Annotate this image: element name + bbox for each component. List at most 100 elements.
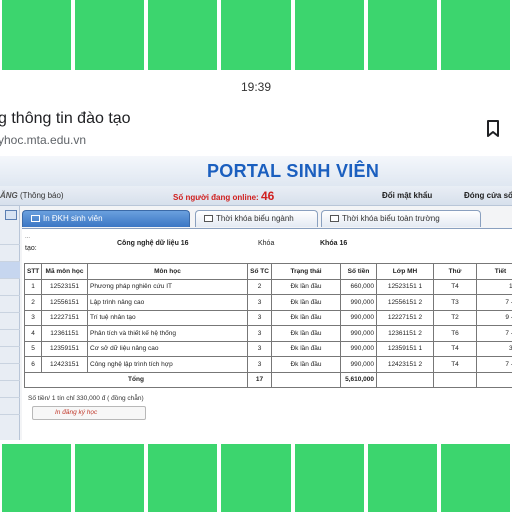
cell-stt: 6 — [24, 356, 42, 373]
cell-period: 9 - 12 — [476, 309, 512, 326]
sidebar-item[interactable] — [0, 296, 20, 313]
sidebar-item[interactable] — [0, 228, 20, 245]
table-row: 2 12556151 Lập trình nâng cao 3 Đk lần đ… — [24, 294, 512, 311]
cell-amount: 660,000 — [340, 278, 377, 295]
info-bar: ĂNG (Thông báo) Số người đang online: 46… — [0, 186, 512, 206]
bookmark-icon[interactable] — [486, 120, 500, 138]
green-tile — [294, 0, 364, 70]
green-tile — [221, 444, 291, 512]
sidebar-item[interactable] — [0, 279, 20, 296]
green-tile — [440, 0, 510, 70]
change-password-link[interactable]: Đổi mật khẩu — [382, 191, 432, 200]
cell-course: Phân tích và thiết kế hệ thống — [87, 325, 248, 342]
table-row: 6 12423151 Công nghệ lập trình tích hợp … — [24, 356, 512, 373]
cell-code: 12359151 — [41, 340, 88, 357]
cell-status: Đk lần đầu — [271, 340, 341, 357]
online-counter: Số người đang online: 46 — [173, 189, 274, 203]
header-amount: Số tiền — [340, 263, 377, 280]
cell-day: T2 — [433, 309, 477, 326]
green-tile — [367, 444, 437, 512]
menu-toggle-icon[interactable] — [5, 210, 17, 220]
tab-print-registration[interactable]: In ĐKH sinh viên — [22, 210, 190, 227]
green-tile — [221, 0, 291, 70]
print-registration-button[interactable]: In đăng ký học — [32, 406, 146, 420]
browser-header[interactable]: g thông tin đào tạo yhoc.mta.edu.vn — [0, 108, 512, 153]
cell-class: 12523151 1 — [376, 278, 434, 295]
sidebar-item[interactable] — [0, 347, 20, 364]
portal-title: PORTAL SINH VIÊN — [207, 161, 380, 181]
cell-class: 12359151 1 — [376, 340, 434, 357]
table-total-row: Tổng 17 5,610,000 — [24, 371, 512, 388]
cell-credits: 3 — [247, 309, 272, 326]
total-empty — [376, 371, 434, 388]
cell-period: 7 - 18 — [476, 356, 512, 373]
cell-status: Đk lần đầu — [271, 278, 341, 295]
cell-amount: 990,000 — [340, 325, 377, 342]
sidebar-item[interactable] — [0, 364, 20, 381]
sidebar — [0, 206, 20, 440]
tab-label: Thời khóa biểu toàn trường — [342, 214, 440, 223]
cell-course: Lập trình nâng cao — [87, 294, 248, 311]
page-url[interactable]: yhoc.mta.edu.vn — [0, 133, 86, 147]
cell-code: 12227151 — [41, 309, 88, 326]
cell-status: Đk lần đầu — [271, 325, 341, 342]
green-tile — [148, 0, 218, 70]
tab-bar: In ĐKH sinh viên Thời khóa biểu ngành Th… — [22, 208, 512, 228]
cell-amount: 990,000 — [340, 294, 377, 311]
table-row: 4 12361151 Phân tích và thiết kế hệ thốn… — [24, 325, 512, 342]
sidebar-item[interactable] — [0, 245, 20, 262]
green-tile — [294, 444, 364, 512]
cell-credits: 3 — [247, 356, 272, 373]
total-amount: 5,610,000 — [340, 371, 377, 388]
cell-period: 3 - 6 — [476, 340, 512, 357]
cell-course: Công nghệ lập trình tích hợp — [87, 356, 248, 373]
green-tile — [2, 0, 72, 70]
total-credits: 17 — [247, 371, 272, 388]
cell-day: T3 — [433, 294, 477, 311]
online-label: Số người đang online: — [173, 193, 259, 202]
sidebar-item[interactable] — [0, 313, 20, 330]
bottom-tile-strip — [0, 442, 512, 512]
header-course: Môn học — [87, 263, 248, 280]
total-label: Tổng — [24, 371, 248, 388]
cell-class: 12227151 2 — [376, 309, 434, 326]
cell-credits: 2 — [247, 278, 272, 295]
cell-period: 7 - 18 — [476, 294, 512, 311]
cell-status: Đk lần đầu — [271, 294, 341, 311]
total-empty — [271, 371, 341, 388]
sidebar-item[interactable] — [0, 398, 20, 415]
cell-class: 12423151 2 — [376, 356, 434, 373]
registration-table: STT Mã môn học Môn học Số TC Trạng thái … — [24, 263, 512, 388]
notice-link[interactable]: (Thông báo) — [20, 191, 64, 200]
portal-page: PORTAL SINH VIÊN ĂNG (Thông báo) Số ngườ… — [0, 156, 512, 440]
tab-school-schedule[interactable]: Thời khóa biểu toàn trường — [321, 210, 481, 227]
cell-amount: 990,000 — [340, 356, 377, 373]
header-status: Trạng thái — [271, 263, 341, 280]
green-tile — [148, 444, 218, 512]
table-row: 1 12523151 Phương pháp nghiên cứu IT 2 Đ… — [24, 278, 512, 295]
khoa-label: Khóa — [258, 240, 275, 247]
cell-period: 7 - 18 — [476, 325, 512, 342]
sidebar-item[interactable] — [0, 381, 20, 398]
cell-day: T4 — [433, 356, 477, 373]
cell-course: Phương pháp nghiên cứu IT — [87, 278, 248, 295]
close-window-link[interactable]: Đóng cửa sổ — [464, 191, 512, 200]
info-left: ĂNG (Thông báo) — [0, 191, 64, 200]
registration-panel: ... tạo: Công nghệ dữ liệu 16 Khóa Khóa … — [22, 228, 512, 440]
tab-major-schedule[interactable]: Thời khóa biểu ngành — [195, 210, 318, 227]
tab-label: In ĐKH sinh viên — [43, 214, 103, 223]
sidebar-item[interactable] — [0, 330, 20, 347]
header-course-code: Mã môn học — [41, 263, 88, 280]
header-day: Thứ — [433, 263, 477, 280]
table-row: 5 12359151 Cơ sở dữ liệu nâng cao 3 Đk l… — [24, 340, 512, 357]
calendar-icon — [330, 215, 339, 222]
top-tile-strip — [0, 0, 512, 70]
sidebar-item-selected[interactable] — [0, 262, 20, 279]
print-icon — [31, 215, 40, 222]
cell-day: T6 — [433, 325, 477, 342]
header-stt: STT — [24, 263, 42, 280]
cell-stt: 3 — [24, 309, 42, 326]
portal-header: PORTAL SINH VIÊN — [0, 156, 512, 186]
cell-credits: 3 — [247, 325, 272, 342]
student-major: Công nghệ dữ liệu 16 — [117, 240, 189, 247]
